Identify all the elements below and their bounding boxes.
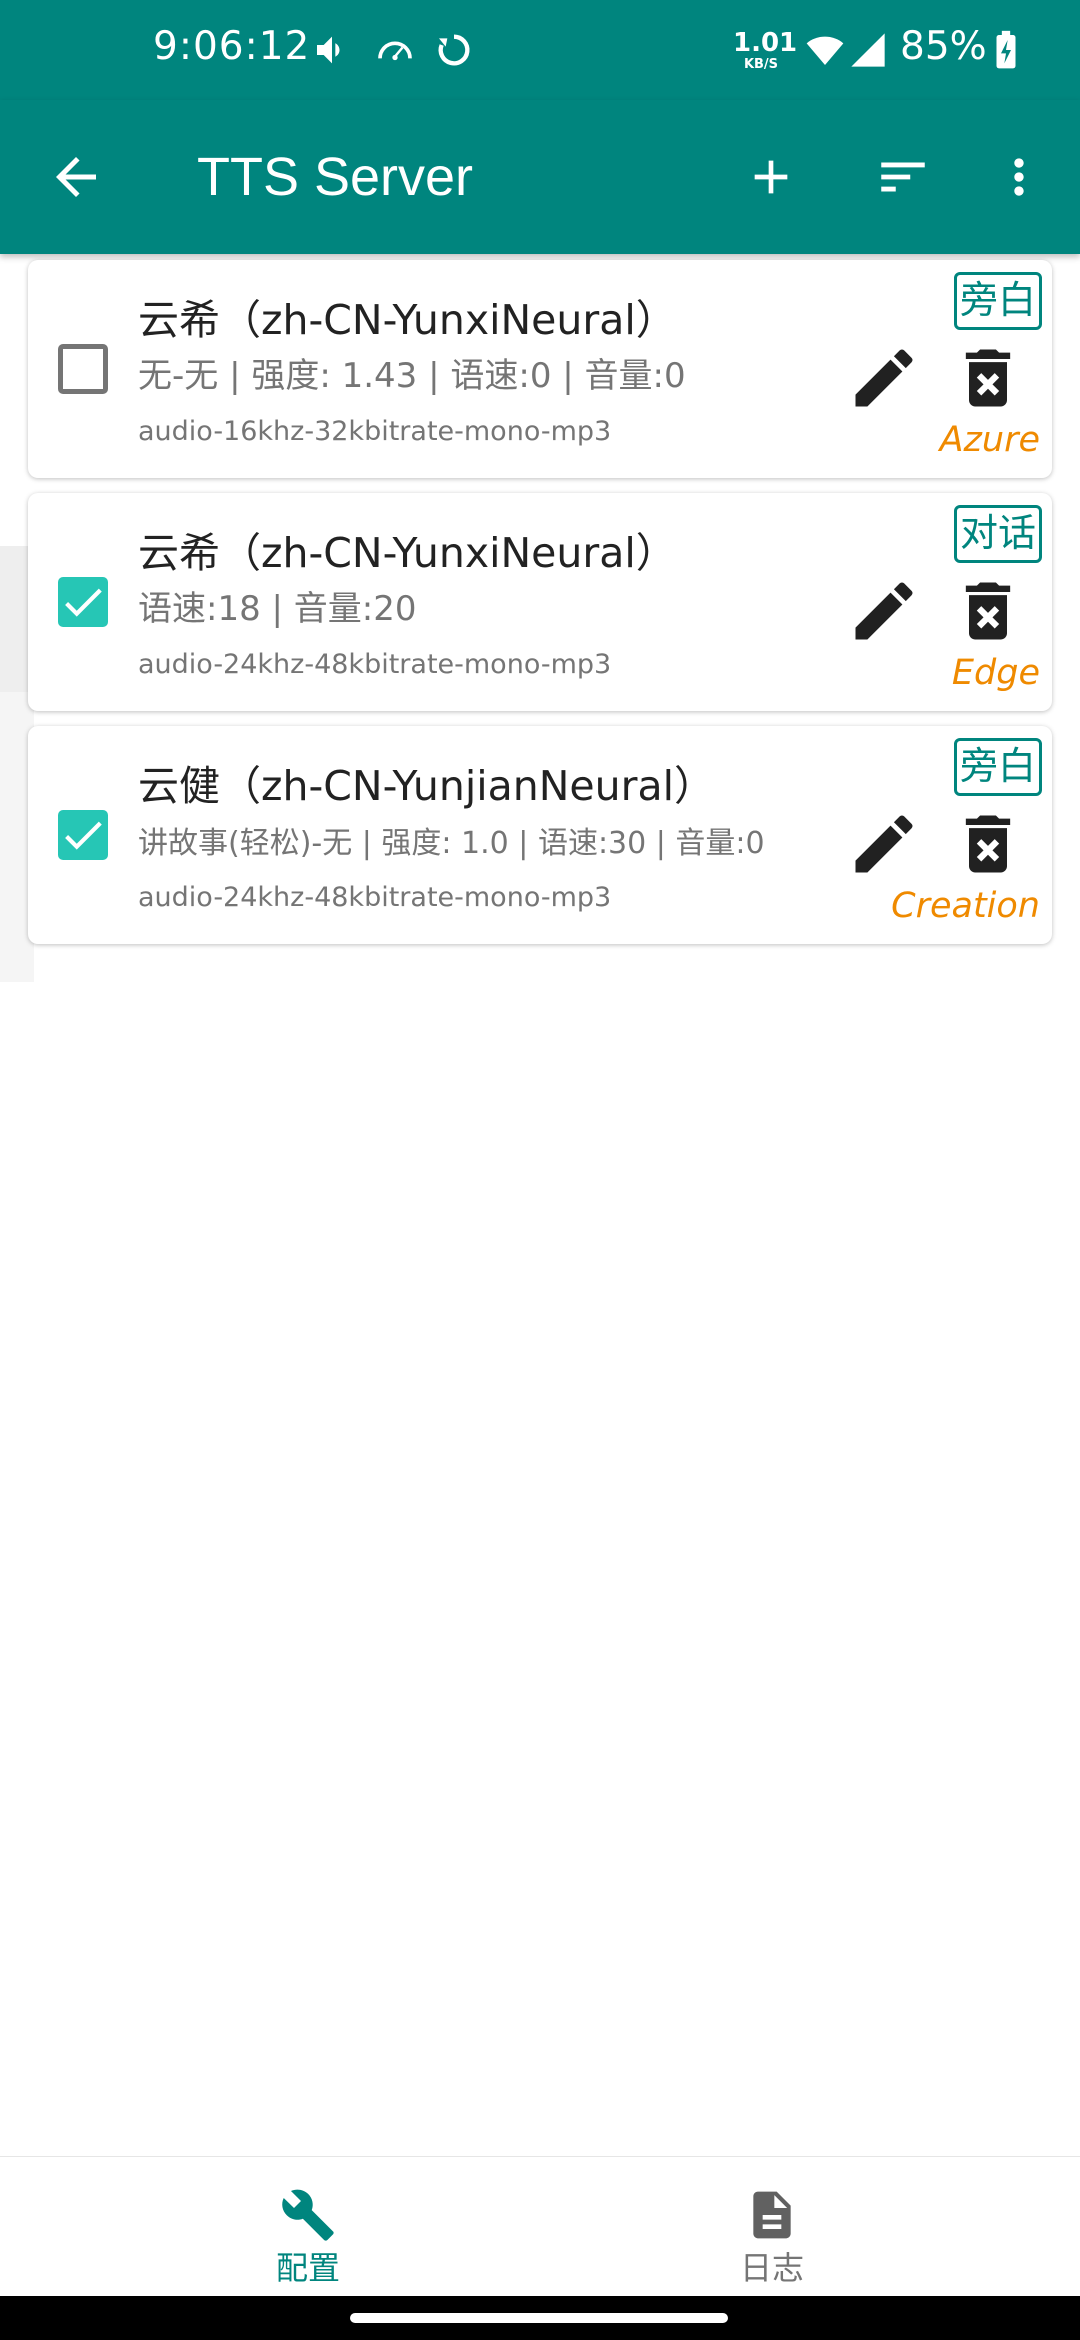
volume-icon (312, 30, 352, 70)
delete-button[interactable] (950, 806, 1026, 882)
edit-button[interactable] (846, 340, 922, 416)
nav-item-config[interactable]: 配置 (208, 2187, 408, 2287)
delete-button[interactable] (950, 573, 1026, 649)
delete-button[interactable] (950, 340, 1026, 416)
more-options-button[interactable] (979, 137, 1059, 217)
delete-forever-icon (965, 582, 1011, 640)
enable-checkbox[interactable] (58, 344, 108, 394)
document-icon (753, 2191, 791, 2239)
nav-label-config: 配置 (275, 2249, 340, 2287)
enable-checkbox[interactable] (58, 810, 108, 860)
edit-button[interactable] (846, 806, 922, 882)
sync-icon (434, 30, 474, 70)
api-label: Azure (939, 420, 1040, 460)
bottom-navigation: 配置 日志 (0, 2156, 1080, 2296)
speaker-tag: 对话 (954, 505, 1042, 563)
wifi-icon (804, 30, 844, 70)
more-vert-icon (1014, 158, 1024, 196)
check-icon (65, 588, 102, 617)
enable-checkbox[interactable] (58, 577, 108, 627)
config-card[interactable]: 云健（zh-CN-YunjianNeural） 讲故事(轻松)-无 | 强度: … (28, 726, 1052, 944)
voice-name: 云希（zh-CN-YunxiNeural） (138, 296, 677, 344)
voice-params: 语速:18 | 音量:20 (138, 589, 417, 629)
api-label: Creation (891, 886, 1040, 926)
battery-percent: 85% (900, 24, 987, 69)
add-icon (754, 160, 788, 194)
wrench-icon (282, 2189, 334, 2241)
edit-button[interactable] (846, 573, 922, 649)
speedometer-icon (374, 30, 414, 70)
sort-button[interactable] (863, 137, 943, 217)
config-card[interactable]: 云希（zh-CN-YunxiNeural） 语速:18 | 音量:20 audi… (28, 493, 1052, 711)
delete-forever-icon (965, 815, 1011, 873)
arrow-back-icon (56, 157, 96, 197)
cellular-signal-icon (848, 30, 888, 70)
voice-name: 云健（zh-CN-YunjianNeural） (138, 762, 715, 810)
pencil-icon (855, 815, 913, 873)
audio-format: audio-24khz-48kbitrate-mono-mp3 (138, 882, 612, 913)
audio-format: audio-16khz-32kbitrate-mono-mp3 (138, 416, 612, 447)
nav-label-log: 日志 (739, 2249, 804, 2287)
page-title: TTS Server (197, 147, 474, 207)
nav-item-log[interactable]: 日志 (672, 2187, 872, 2287)
home-gesture-bar[interactable] (350, 2313, 728, 2323)
config-card[interactable]: 云希（zh-CN-YunxiNeural） 无-无 | 强度: 1.43 | 语… (28, 260, 1052, 478)
check-icon (65, 821, 102, 850)
status-time: 9:06:12 (153, 24, 311, 69)
delete-forever-icon (965, 349, 1011, 407)
audio-format: audio-24khz-48kbitrate-mono-mp3 (138, 649, 612, 680)
voice-params: 无-无 | 强度: 1.43 | 语速:0 | 音量:0 (138, 356, 686, 396)
speaker-tag: 旁白 (954, 738, 1042, 796)
voice-params: 讲故事(轻松)-无 | 强度: 1.0 | 语速:30 | 音量:0 (138, 826, 765, 861)
voice-name: 云希（zh-CN-YunxiNeural） (138, 529, 677, 577)
sort-icon (881, 162, 925, 192)
api-label: Edge (951, 653, 1040, 693)
app-bar: TTS Server (0, 100, 1080, 254)
back-button[interactable] (36, 137, 116, 217)
pencil-icon (855, 582, 913, 640)
pencil-icon (855, 349, 913, 407)
network-speed: 1.01 KB/S (733, 28, 798, 72)
battery-charging-icon (993, 30, 1033, 70)
speaker-tag: 旁白 (954, 272, 1042, 330)
add-button[interactable] (731, 137, 811, 217)
status-bar: 9:06:12 1.01 KB/S 85% (0, 0, 1080, 100)
